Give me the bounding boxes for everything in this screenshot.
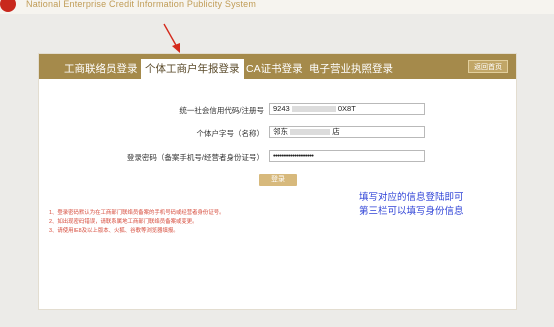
- password-label: 登录密码（备案手机号/经营者身份证号）: [126, 153, 264, 162]
- note-item: 2、如出现密码错误，请联系属地工商部门联络员备案或变更。: [49, 219, 198, 225]
- credit-code-input[interactable]: 9243 0X8T: [269, 103, 425, 115]
- annotation-line-2: 第三栏可以填写身份信息: [359, 206, 464, 217]
- annotation-line-1: 填写对应的信息登陆即可: [359, 192, 464, 203]
- return-home-button[interactable]: 返回首页: [468, 60, 508, 73]
- national-emblem-icon: [0, 0, 16, 12]
- redacted-region: [290, 129, 331, 136]
- tab-ca-certificate-login[interactable]: CA证书登录: [246, 59, 303, 79]
- note-item: 1、登录密码默认为在工商部门联络员备案的手机号码或经营者身份证号。: [49, 210, 225, 216]
- note-item: 3、请使用IE8及以上版本、火狐、谷歌等浏览器填报。: [49, 228, 179, 234]
- login-tabbar: 工商联络员登录 个体工商户年报登录 CA证书登录 电子营业执照登录 返回首页: [39, 54, 516, 79]
- business-name-label: 个体户字号（名称）: [196, 129, 265, 138]
- business-name-value-prefix: 邻东: [273, 127, 288, 136]
- tab-e-license-login[interactable]: 电子营业执照登录: [309, 59, 393, 79]
- tab-liaison-login[interactable]: 工商联络员登录: [64, 59, 138, 79]
- login-button[interactable]: 登录: [259, 174, 297, 186]
- redacted-region: [291, 106, 336, 113]
- login-panel: 工商联络员登录 个体工商户年报登录 CA证书登录 电子营业执照登录 返回首页 统…: [38, 53, 517, 310]
- credit-code-label: 统一社会信用代码/注册号: [179, 106, 264, 115]
- tab-individual-annual-report-login[interactable]: 个体工商户年报登录: [141, 59, 244, 79]
- site-subtitle: National Enterprise Credit Information P…: [26, 0, 257, 9]
- credit-code-value-suffix: 0X8T: [337, 104, 356, 113]
- login-notes: 1、登录密码默认为在工商部门联络员备案的手机号码或经营者身份证号。 2、如出现密…: [49, 209, 225, 236]
- business-name-input[interactable]: 邻东 店: [269, 126, 425, 138]
- business-name-value-suffix: 店: [332, 127, 340, 136]
- site-header: National Enterprise Credit Information P…: [0, 0, 554, 14]
- red-arrow-annotation: [163, 23, 180, 53]
- credit-code-value-prefix: 9243: [273, 104, 290, 113]
- password-input[interactable]: •••••••••••••••••••: [269, 150, 425, 162]
